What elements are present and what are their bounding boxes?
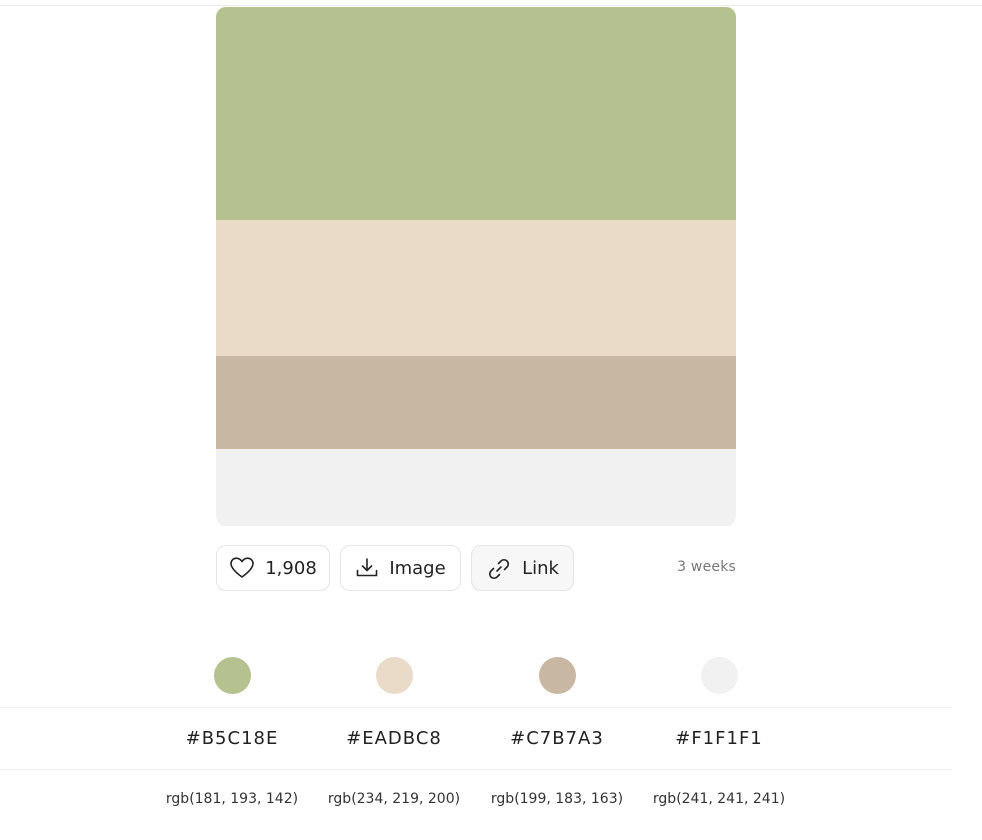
rgb-value: rgb(199, 183, 163) [490,791,624,807]
hex-code[interactable]: #EADBC8 [314,728,474,749]
rgb-value: rgb(241, 241, 241) [652,791,786,807]
palette-preview [216,7,736,526]
color-swatch[interactable] [701,657,738,694]
palette-age: 3 weeks [677,559,736,575]
color-swatch[interactable] [539,657,576,694]
rgb-value: rgb(234, 219, 200) [327,791,461,807]
palette-color-band[interactable] [216,7,736,220]
heart-icon [229,556,255,580]
link-label: Link [522,557,559,579]
hex-code[interactable]: #F1F1F1 [639,728,799,749]
color-swatch[interactable] [214,657,251,694]
color-swatch-row [0,657,982,695]
palette-color-band[interactable] [216,449,736,526]
rgb-value: rgb(181, 193, 142) [165,791,299,807]
hex-code[interactable]: #B5C18E [152,728,312,749]
hex-code[interactable]: #C7B7A3 [477,728,637,749]
divider [0,769,952,770]
like-button[interactable]: 1,908 [216,545,330,591]
divider [0,707,952,708]
link-icon [486,556,512,580]
palette-color-band[interactable] [216,356,736,449]
download-icon [355,557,379,579]
like-count: 1,908 [265,557,317,579]
palette-color-band[interactable] [216,220,736,356]
copy-link-button[interactable]: Link [471,545,574,591]
top-divider [0,5,982,6]
color-swatch[interactable] [376,657,413,694]
download-image-button[interactable]: Image [340,545,461,591]
image-label: Image [389,557,446,579]
